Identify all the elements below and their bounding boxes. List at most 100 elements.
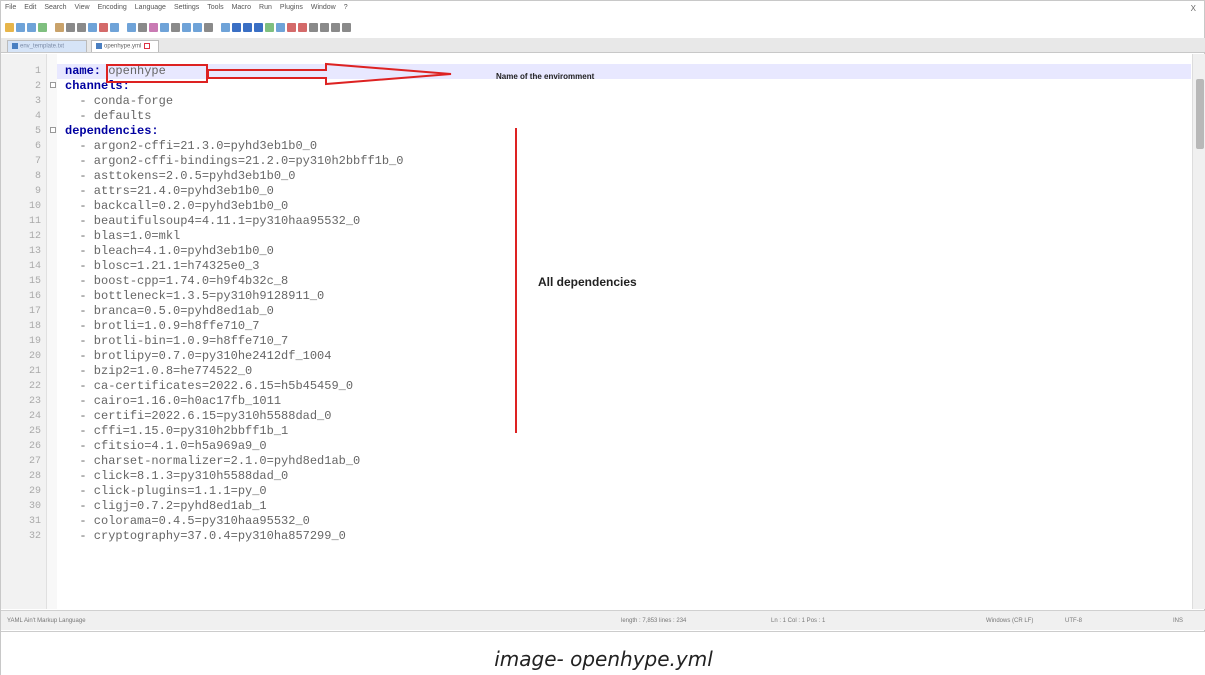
vertical-scrollbar[interactable] — [1192, 54, 1205, 609]
toolbar-button-icon[interactable] — [331, 22, 340, 32]
code-line[interactable]: - boost-cpp=1.74.0=h9f4b32c_8 — [65, 274, 288, 289]
toolbar-button-icon[interactable] — [99, 22, 108, 32]
code-line[interactable]: - ca-certificates=2022.6.15=h5b45459_0 — [65, 379, 353, 394]
yaml-value: - certifi=2022.6.15=py310h5588dad_0 — [79, 409, 332, 423]
annotation-env-name: Name of the enviromment — [496, 72, 595, 81]
code-line[interactable]: - cfitsio=4.1.0=h5a969a9_0 — [65, 439, 266, 454]
fold-margin[interactable] — [47, 54, 57, 609]
toolbar-button-icon[interactable] — [276, 22, 285, 32]
menu-item[interactable]: File — [5, 4, 16, 18]
menu-item[interactable]: Settings — [174, 4, 199, 18]
toolbar-button-icon[interactable] — [204, 22, 213, 32]
toolbar-button-icon[interactable] — [27, 22, 36, 32]
toolbar-button-icon[interactable] — [138, 22, 147, 32]
code-line[interactable]: - blosc=1.21.1=h74325e0_3 — [65, 259, 259, 274]
toolbar-button-icon[interactable] — [127, 22, 136, 32]
code-line[interactable]: - brotlipy=0.7.0=py310he2412df_1004 — [65, 349, 331, 364]
line-number: 7 — [34, 156, 41, 167]
code-line[interactable]: - branca=0.5.0=pyhd8ed1ab_0 — [65, 304, 273, 319]
fold-toggle-icon[interactable] — [50, 127, 56, 133]
code-line[interactable]: - charset-normalizer=2.1.0=pyhd8ed1ab_0 — [65, 454, 360, 469]
yaml-value: - backcall=0.2.0=pyhd3eb1b0_0 — [79, 199, 289, 213]
code-line[interactable]: - colorama=0.4.5=py310haa95532_0 — [65, 514, 309, 529]
toolbar-button-icon[interactable] — [254, 22, 263, 32]
menu-item[interactable]: Macro — [232, 4, 251, 18]
toolbar-button-icon[interactable] — [221, 22, 230, 32]
line-number: 28 — [28, 471, 41, 482]
name-highlight-box — [106, 64, 208, 83]
menu-item[interactable]: Edit — [24, 4, 36, 18]
line-number: 8 — [34, 171, 41, 182]
code-line[interactable]: - defaults — [65, 109, 151, 124]
line-number: 29 — [28, 486, 41, 497]
menu-item[interactable]: Run — [259, 4, 272, 18]
status-eol[interactable]: Windows (CR LF) — [986, 618, 1033, 624]
toolbar-button-icon[interactable] — [160, 22, 169, 32]
toolbar-button-icon[interactable] — [171, 22, 180, 32]
code-line[interactable]: - attrs=21.4.0=pyhd3eb1b0_0 — [65, 184, 273, 199]
toolbar-button-icon[interactable] — [38, 22, 47, 32]
toolbar-button-icon[interactable] — [193, 22, 202, 32]
toolbar-button-icon[interactable] — [320, 22, 329, 32]
code-line[interactable]: - bleach=4.1.0=pyhd3eb1b0_0 — [65, 244, 273, 259]
toolbar-button-icon[interactable] — [342, 22, 351, 32]
code-line[interactable]: - cryptography=37.0.4=py310ha857299_0 — [65, 529, 345, 544]
toolbar-button-icon[interactable] — [77, 22, 86, 32]
code-line[interactable]: - conda-forge — [65, 94, 173, 109]
code-line[interactable]: - click=8.1.3=py310h5588dad_0 — [65, 469, 288, 484]
fold-toggle-icon[interactable] — [50, 82, 56, 88]
toolbar-button-icon[interactable] — [16, 22, 25, 32]
toolbar-button-icon[interactable] — [243, 22, 252, 32]
toolbar-button-icon[interactable] — [232, 22, 241, 32]
yaml-value: - bottleneck=1.3.5=py310h9128911_0 — [79, 289, 325, 303]
code-line[interactable]: - backcall=0.2.0=pyhd3eb1b0_0 — [65, 199, 288, 214]
status-language: YAML Ain't Markup Language — [7, 618, 86, 624]
code-line[interactable]: - brotli-bin=1.0.9=h8ffe710_7 — [65, 334, 288, 349]
menu-item[interactable]: ? — [344, 4, 348, 18]
scrollbar-thumb[interactable] — [1196, 79, 1204, 149]
menu-item[interactable]: Tools — [207, 4, 223, 18]
status-mode[interactable]: INS — [1173, 618, 1183, 624]
code-line[interactable]: - brotli=1.0.9=h8ffe710_7 — [65, 319, 259, 334]
code-line[interactable]: - beautifulsoup4=4.11.1=py310haa95532_0 — [65, 214, 360, 229]
toolbar-button-icon[interactable] — [298, 22, 307, 32]
code-line[interactable]: - bzip2=1.0.8=he774522_0 — [65, 364, 252, 379]
file-icon — [12, 43, 18, 49]
toolbar-button-icon[interactable] — [110, 22, 119, 32]
menu-item[interactable]: Window — [311, 4, 336, 18]
menu-item[interactable]: Search — [44, 4, 66, 18]
menu-item[interactable]: View — [75, 4, 90, 18]
code-line[interactable]: - cligj=0.7.2=pyhd8ed1ab_1 — [65, 499, 266, 514]
toolbar-button-icon[interactable] — [66, 22, 75, 32]
toolbar-button-icon[interactable] — [309, 22, 318, 32]
tab-openhype-yml[interactable]: openhype.yml — [91, 40, 159, 52]
toolbar-button-icon[interactable] — [287, 22, 296, 32]
yaml-value: - ca-certificates=2022.6.15=h5b45459_0 — [79, 379, 354, 393]
toolbar-button-icon[interactable] — [149, 22, 158, 32]
code-line[interactable]: - argon2-cffi=21.3.0=pyhd3eb1b0_0 — [65, 139, 317, 154]
line-number: 1 — [34, 66, 41, 77]
status-encoding[interactable]: UTF-8 — [1065, 618, 1082, 624]
code-line[interactable]: - argon2-cffi-bindings=21.2.0=py310h2bbf… — [65, 154, 403, 169]
code-line[interactable]: - click-plugins=1.1.1=py_0 — [65, 484, 266, 499]
code-line[interactable]: - cffi=1.15.0=py310h2bbff1b_1 — [65, 424, 288, 439]
code-line[interactable]: - asttokens=2.0.5=pyhd3eb1b0_0 — [65, 169, 295, 184]
code-line[interactable]: - certifi=2022.6.15=py310h5588dad_0 — [65, 409, 331, 424]
close-window-icon[interactable]: X — [1191, 4, 1196, 13]
menu-item[interactable]: Encoding — [98, 4, 127, 18]
code-line[interactable]: - bottleneck=1.3.5=py310h9128911_0 — [65, 289, 324, 304]
toolbar-button-icon[interactable] — [55, 22, 64, 32]
menu-item[interactable]: Language — [135, 4, 166, 18]
toolbar-button-icon[interactable] — [265, 22, 274, 32]
editor-pane[interactable]: 1 2 3 4 5 6 7 8 9 10 11 12 13 14 15 16 17 18 19 20 21 22 23 24 2… — [1, 54, 1205, 609]
toolbar-button-icon[interactable] — [5, 22, 14, 32]
menu-item[interactable]: Plugins — [280, 4, 303, 18]
tab-close-icon[interactable] — [144, 43, 151, 49]
code-line[interactable]: - cairo=1.16.0=h0ac17fb_1011 — [65, 394, 281, 409]
code-line[interactable]: dependencies: — [65, 124, 159, 139]
toolbar-button-icon[interactable] — [88, 22, 97, 32]
toolbar-button-icon[interactable] — [182, 22, 191, 32]
code-line[interactable]: - blas=1.0=mkl — [65, 229, 180, 244]
tab-env-template[interactable]: env_template.txt — [7, 40, 87, 52]
